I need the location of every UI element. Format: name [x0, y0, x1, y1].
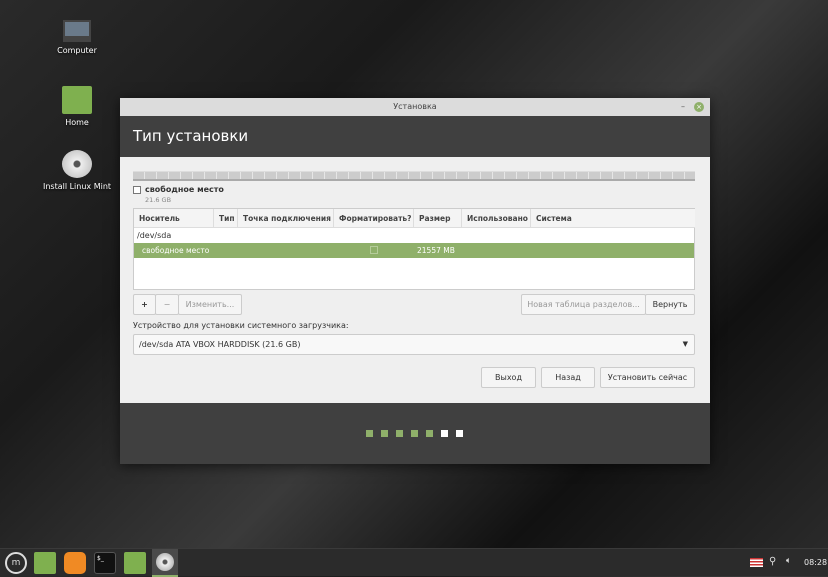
minimize-button[interactable]: –	[681, 98, 685, 116]
progress-dot-done	[381, 430, 388, 437]
close-button[interactable]: ×	[694, 102, 704, 112]
column-header[interactable]: Использовано	[462, 209, 531, 228]
quit-button[interactable]: Выход	[481, 367, 536, 388]
install-now-button[interactable]: Установить сейчас	[600, 367, 695, 388]
revert-button[interactable]: Вернуть	[645, 294, 695, 315]
files-icon[interactable]	[124, 552, 146, 574]
new-partition-table-button[interactable]: Новая таблица разделов...	[521, 294, 646, 315]
column-header[interactable]: Носитель	[134, 209, 214, 228]
icon-label: Home	[65, 118, 89, 127]
free-space-label: свободное место	[145, 185, 224, 194]
page-title: Тип установки	[120, 116, 710, 157]
desktop-icon-install[interactable]: Install Linux Mint	[37, 150, 117, 191]
back-button[interactable]: Назад	[541, 367, 595, 388]
disc-icon	[62, 150, 92, 178]
table-row-device[interactable]: /dev/sda	[134, 228, 694, 243]
show-desktop-icon[interactable]	[34, 552, 56, 574]
desktop-icon-computer[interactable]: Computer	[37, 20, 117, 55]
partition-bar	[133, 171, 695, 181]
format-checkbox[interactable]	[370, 246, 378, 254]
computer-icon	[63, 20, 91, 42]
bootloader-label: Устройство для установки системного загр…	[133, 321, 349, 330]
icon-label: Computer	[57, 46, 97, 55]
column-header[interactable]: Форматировать?	[334, 209, 414, 228]
free-space-legend-box	[133, 186, 141, 194]
column-header[interactable]: Размер	[414, 209, 462, 228]
progress-dot-done	[366, 430, 373, 437]
firefox-icon[interactable]	[64, 552, 86, 574]
installer-window: Установка – × Тип установки свободное ме…	[120, 98, 710, 464]
title-bar[interactable]: Установка – ×	[120, 98, 710, 116]
column-header[interactable]: Точка подключения	[238, 209, 334, 228]
icon-label: Install Linux Mint	[42, 182, 112, 191]
installer-task-icon[interactable]	[152, 549, 178, 577]
network-icon[interactable]: ⚲	[769, 556, 776, 567]
progress-dot-pending	[456, 430, 463, 437]
add-partition-button[interactable]: +	[133, 294, 156, 315]
terminal-icon[interactable]: $_	[94, 552, 116, 574]
progress-dot-done	[396, 430, 403, 437]
volume-icon[interactable]: 🔈︎	[786, 556, 791, 566]
partition-size: 21557 MB	[417, 246, 455, 255]
column-header[interactable]: Система	[531, 209, 695, 228]
bootloader-dropdown[interactable]: /dev/sda ATA VBOX HARDDISK (21.6 GB) ▼	[133, 334, 695, 355]
progress-dot-pending	[441, 430, 448, 437]
desktop-icon-home[interactable]: Home	[37, 86, 117, 127]
free-space-size: 21.6 GB	[145, 196, 172, 204]
window-title: Установка	[393, 102, 437, 111]
progress-dot-done	[426, 430, 433, 437]
clock[interactable]: 08:28	[804, 558, 827, 567]
device-name: /dev/sda	[137, 231, 172, 240]
partition-name: свободное место	[142, 246, 210, 255]
partition-table[interactable]: Носитель Тип Точка подключения Форматиро…	[133, 208, 695, 290]
bootloader-value: /dev/sda ATA VBOX HARDDISK (21.6 GB)	[139, 340, 301, 349]
progress-dot-done	[411, 430, 418, 437]
remove-partition-button[interactable]: −	[155, 294, 179, 315]
change-partition-button[interactable]: Изменить...	[178, 294, 242, 315]
dropdown-arrow-icon: ▼	[682, 340, 688, 348]
keyboard-layout-flag-icon[interactable]	[750, 558, 763, 567]
column-header[interactable]: Тип	[214, 209, 238, 228]
mint-menu-icon[interactable]: m	[5, 552, 27, 574]
table-row[interactable]: свободное место 21557 MB	[134, 243, 694, 258]
taskbar: m $_ ⚲ 🔈︎ 08:28	[0, 548, 828, 577]
folder-icon	[62, 86, 92, 114]
